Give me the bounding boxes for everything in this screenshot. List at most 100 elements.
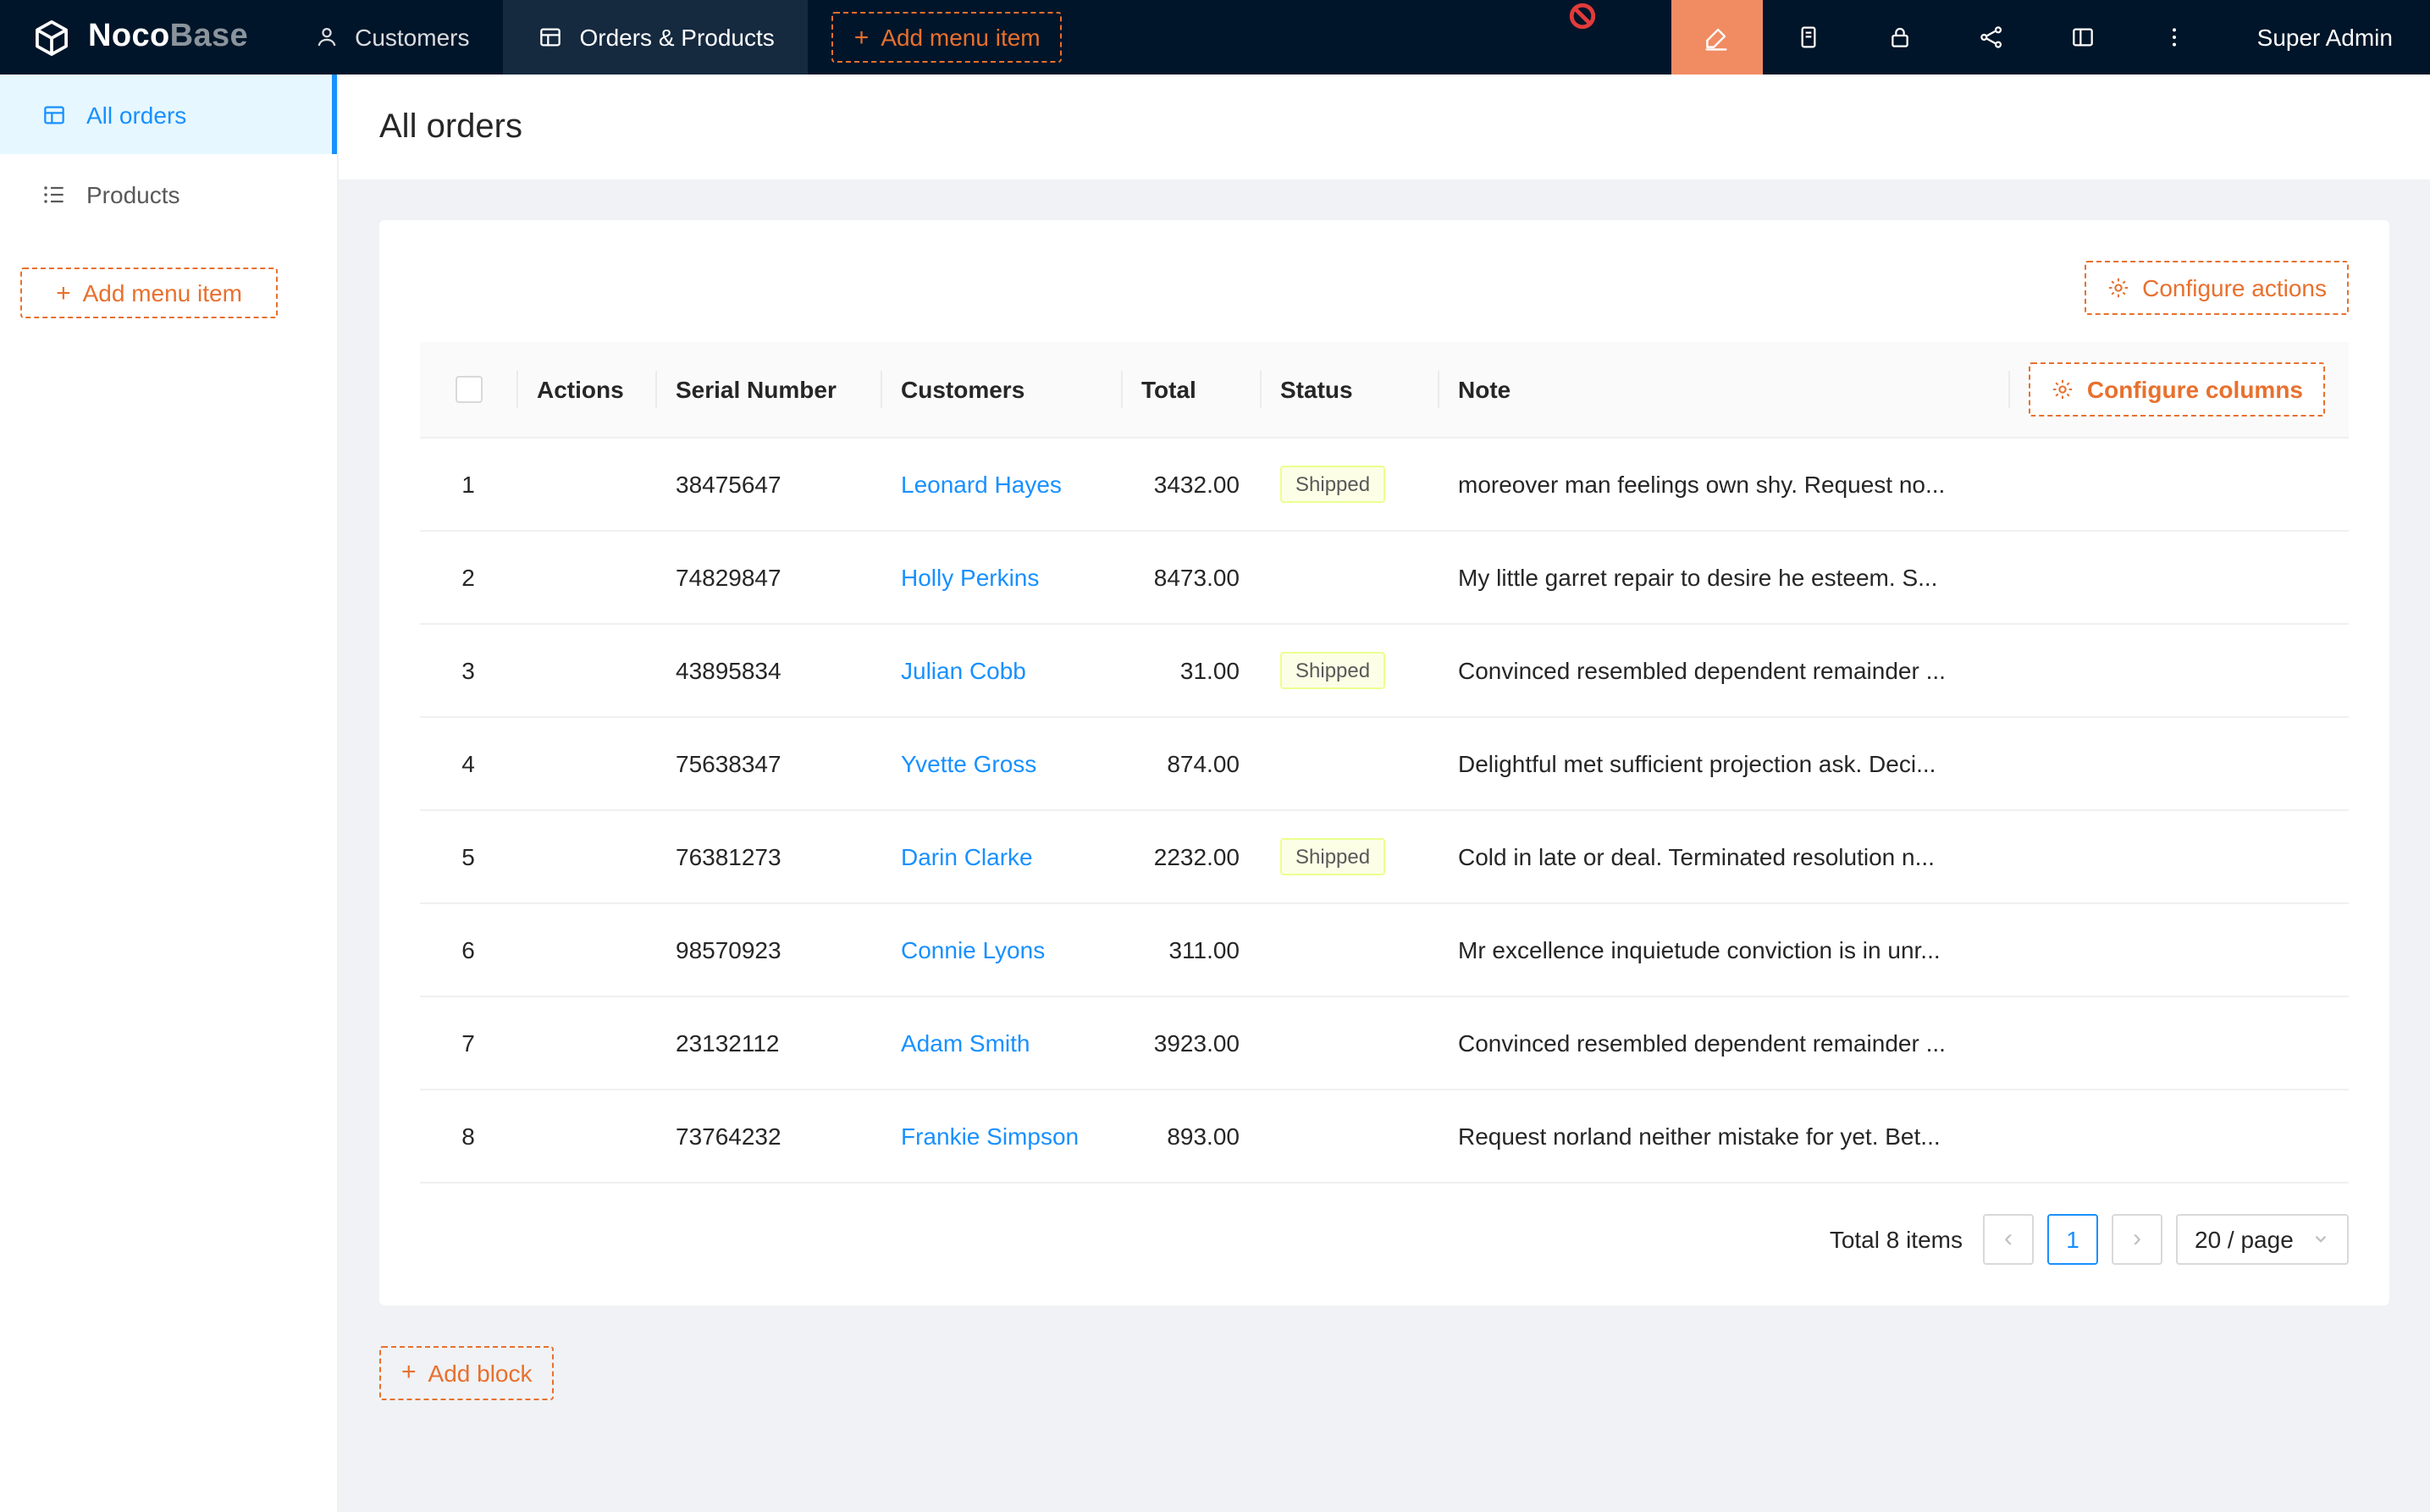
pagination: Total 8 items ‹ 1 › 20 / page — [420, 1213, 2349, 1264]
document-icon — [1795, 24, 1822, 51]
gear-icon — [2052, 378, 2075, 401]
card-toolbar: Configure actions — [420, 261, 2349, 315]
page-header: All orders — [339, 74, 2430, 179]
customer-link[interactable]: Holly Perkins — [901, 563, 1039, 590]
table-row: 6 98570923 Connie Lyons 311.00 Mr excell… — [420, 902, 2349, 996]
status-tag: Shipped — [1280, 465, 1385, 502]
pagination-prev-button[interactable]: ‹ — [1983, 1213, 2034, 1264]
total-cell: 3923.00 — [1121, 996, 1260, 1089]
actions-cell — [516, 530, 655, 623]
nav-item-customers[interactable]: Customers — [279, 0, 503, 74]
not-allowed-cursor-icon — [1568, 2, 1597, 36]
column-header-actions: Actions — [516, 342, 655, 437]
ui-editor-button[interactable] — [1671, 0, 1763, 74]
total-cell: 2232.00 — [1121, 809, 1260, 902]
logo-text-secondary: Base — [170, 19, 248, 54]
serial-cell: 73764232 — [655, 1089, 881, 1182]
add-block-button[interactable]: + Add block — [379, 1345, 555, 1399]
customer-link[interactable]: Leonard Hayes — [901, 470, 1062, 497]
sidebar: All orders Products + Add menu item — [0, 74, 339, 1512]
config-cell — [2008, 1089, 2349, 1182]
column-header-status: Status — [1260, 342, 1438, 437]
configure-actions-label: Configure actions — [2142, 274, 2327, 301]
more-button[interactable] — [2129, 0, 2220, 74]
customer-cell: Darin Clarke — [881, 809, 1121, 902]
customers-icon — [312, 24, 340, 51]
note-cell: My little garret repair to desire he est… — [1438, 530, 2008, 623]
gear-icon — [2107, 276, 2130, 300]
user-menu[interactable]: Super Admin — [2220, 0, 2430, 74]
customer-cell: Yvette Gross — [881, 716, 1121, 809]
serial-cell: 23132112 — [655, 996, 881, 1089]
add-menu-item-button-topbar[interactable]: + Add menu item — [832, 12, 1063, 63]
row-index: 5 — [420, 809, 516, 902]
config-cell — [2008, 437, 2349, 530]
configure-columns-button[interactable]: Configure columns — [2030, 362, 2325, 417]
add-block-label: Add block — [428, 1359, 533, 1386]
select-all-header — [420, 342, 516, 437]
chevron-down-icon — [2311, 1229, 2330, 1248]
note-cell: Mr excellence inquietude conviction is i… — [1438, 902, 2008, 996]
actions-cell — [516, 809, 655, 902]
page-size-select[interactable]: 20 / page — [2176, 1213, 2349, 1264]
status-cell — [1260, 716, 1438, 809]
all-orders-icon — [41, 101, 68, 128]
page-title: All orders — [379, 108, 522, 146]
table-row: 3 43895834 Julian Cobb 31.00 Shipped Con… — [420, 623, 2349, 716]
page-size-value: 20 / page — [2195, 1225, 2294, 1252]
pagination-page-1[interactable]: 1 — [2047, 1213, 2098, 1264]
customer-link[interactable]: Adam Smith — [901, 1029, 1030, 1056]
config-cell — [2008, 996, 2349, 1089]
more-dots-icon — [2161, 24, 2188, 51]
row-index: 7 — [420, 996, 516, 1089]
pagination-total: Total 8 items — [1830, 1225, 1963, 1252]
share-nodes-icon — [1978, 24, 2005, 51]
table-row: 5 76381273 Darin Clarke 2232.00 Shipped … — [420, 809, 2349, 902]
sidebar-item-products[interactable]: Products — [0, 154, 337, 234]
orders-products-icon — [537, 24, 564, 51]
column-header-total: Total — [1121, 342, 1260, 437]
app-body: All orders Products + Add menu item All … — [0, 74, 2430, 1512]
logo-text-primary: Noco — [88, 19, 170, 54]
note-cell: moreover man feelings own shy. Request n… — [1438, 437, 2008, 530]
customer-link[interactable]: Julian Cobb — [901, 656, 1026, 683]
row-index: 1 — [420, 437, 516, 530]
chevron-left-icon: ‹ — [2004, 1224, 2013, 1253]
status-cell: Shipped — [1260, 809, 1438, 902]
add-menu-item-button-sidebar[interactable]: + Add menu item — [20, 268, 278, 318]
sidebar-item-all-orders[interactable]: All orders — [0, 74, 337, 154]
customer-link[interactable]: Darin Clarke — [901, 842, 1033, 869]
status-cell — [1260, 902, 1438, 996]
sidebar-item-label: Products — [86, 180, 180, 207]
top-nav: Customers Orders & Products + Add menu i… — [279, 0, 1063, 74]
customer-cell: Julian Cobb — [881, 623, 1121, 716]
status-tag: Shipped — [1280, 837, 1385, 875]
row-index: 8 — [420, 1089, 516, 1182]
orders-table: Actions Serial Number Customers Total St… — [420, 342, 2349, 1183]
document-button[interactable] — [1763, 0, 1854, 74]
serial-cell: 74829847 — [655, 530, 881, 623]
select-all-checkbox[interactable] — [455, 377, 482, 404]
customer-cell: Leonard Hayes — [881, 437, 1121, 530]
total-cell: 8473.00 — [1121, 530, 1260, 623]
customer-link[interactable]: Yvette Gross — [901, 749, 1036, 776]
actions-cell — [516, 902, 655, 996]
configure-actions-button[interactable]: Configure actions — [2085, 261, 2349, 315]
add-menu-item-label: Add menu item — [881, 24, 1040, 51]
customer-link[interactable]: Frankie Simpson — [901, 1122, 1079, 1149]
table-row: 7 23132112 Adam Smith 3923.00 Convinced … — [420, 996, 2349, 1089]
share-nodes-button[interactable] — [1946, 0, 2037, 74]
actions-cell — [516, 996, 655, 1089]
customer-link[interactable]: Connie Lyons — [901, 935, 1045, 963]
lock-button[interactable] — [1854, 0, 1946, 74]
nav-item-orders-products[interactable]: Orders & Products — [503, 0, 808, 74]
pagination-next-button[interactable]: › — [2112, 1213, 2162, 1264]
total-cell: 874.00 — [1121, 716, 1260, 809]
row-index: 3 — [420, 623, 516, 716]
configure-columns-label: Configure columns — [2087, 376, 2303, 403]
layout-button[interactable] — [2037, 0, 2129, 74]
customer-cell: Connie Lyons — [881, 902, 1121, 996]
logo[interactable]: NocoBase — [0, 0, 279, 74]
nav-item-label: Customers — [355, 24, 469, 51]
total-cell: 3432.00 — [1121, 437, 1260, 530]
